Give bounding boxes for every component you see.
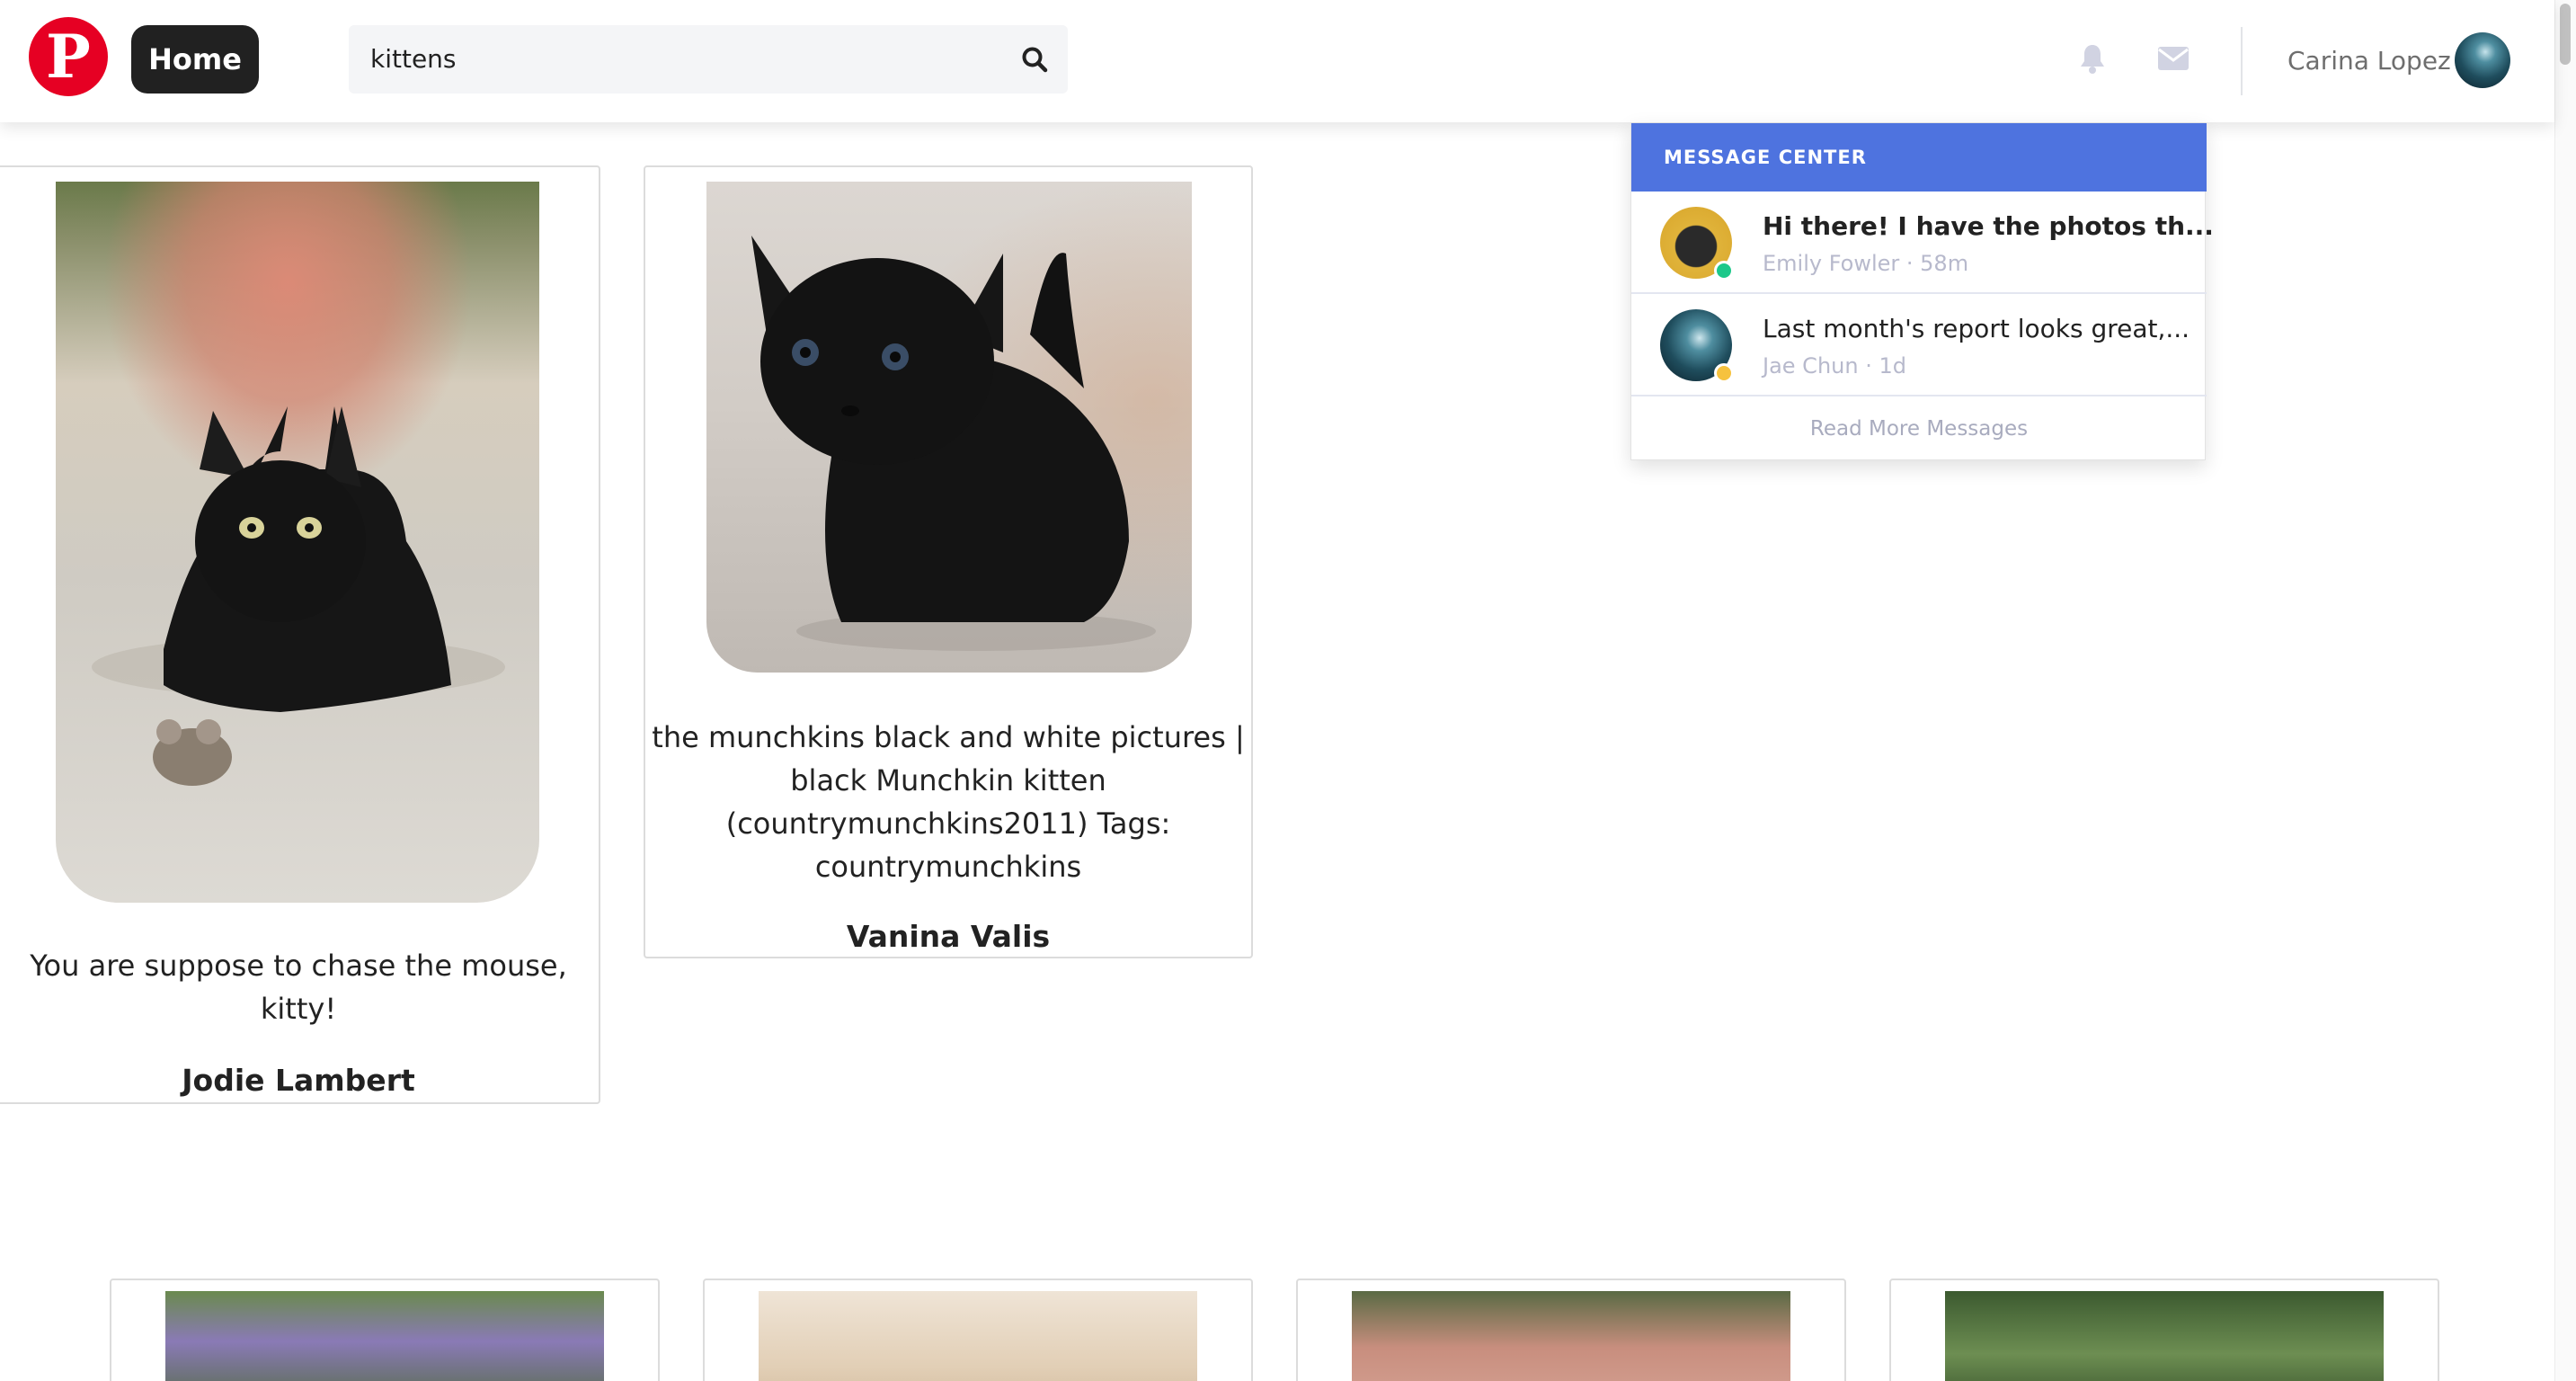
search-icon[interactable]: [1021, 46, 1048, 73]
message-meta: Jae Chun · 1d: [1763, 353, 1906, 379]
message-center-dropdown: MESSAGE CENTER Hi there! I have the phot…: [1630, 122, 2214, 461]
topbar-divider: [2241, 27, 2243, 95]
pin-author[interactable]: Jodie Lambert: [0, 1063, 599, 1098]
caption-line: You are suppose to chase the mouse,: [30, 949, 567, 983]
pin-caption: the munchkins black and white pictures |…: [645, 716, 1251, 888]
read-more-messages-link[interactable]: Read More Messages: [1631, 396, 2207, 461]
message-center-header: MESSAGE CENTER: [1631, 123, 2207, 192]
pin-image[interactable]: [1945, 1291, 2384, 1381]
pin-caption: You are suppose to chase the mouse, kitt…: [0, 944, 599, 1030]
user-avatar[interactable]: [2455, 32, 2510, 88]
caption-line: kitty!: [260, 992, 337, 1026]
pin-card[interactable]: the munchkins black and white pictures |…: [644, 165, 1253, 958]
top-navbar: P Home kittens Carina Lopez: [0, 0, 2554, 122]
pinterest-logo[interactable]: P: [29, 17, 108, 96]
envelope-icon[interactable]: [2158, 47, 2189, 70]
pin-image[interactable]: [1352, 1291, 1790, 1381]
user-name[interactable]: Carina Lopez: [2287, 43, 2451, 79]
bell-icon[interactable]: [2079, 43, 2106, 74]
page-scrollbar[interactable]: [2554, 0, 2576, 1381]
message-item[interactable]: Hi there! I have the photos th... Emily …: [1631, 192, 2214, 294]
scrollbar-thumb[interactable]: [2560, 4, 2571, 65]
app-frame: P Home kittens Carina Lopez You are supp…: [0, 0, 2576, 1381]
caption-line: black Munchkin kitten: [790, 763, 1106, 797]
caption-line: (countrymunchkins2011) Tags:: [725, 806, 1171, 841]
message-meta: Emily Fowler · 58m: [1763, 251, 1969, 276]
search-bar[interactable]: kittens: [349, 25, 1068, 94]
pin-card[interactable]: [703, 1279, 1253, 1381]
pin-card[interactable]: [110, 1279, 660, 1381]
pin-image[interactable]: [165, 1291, 604, 1381]
pin-image[interactable]: [56, 182, 539, 903]
caption-line: countrymunchkins: [814, 850, 1082, 884]
black-kitten-with-mouse-image: [92, 406, 505, 786]
black-munchkin-kitten-image: [751, 236, 1156, 651]
logo-letter: P: [46, 22, 91, 92]
online-status-dot: [1714, 261, 1734, 281]
pin-image[interactable]: [706, 182, 1192, 673]
caption-line: the munchkins black and white pictures |: [652, 720, 1245, 754]
pin-author[interactable]: Vanina Valis: [645, 919, 1251, 954]
search-input[interactable]: kittens: [370, 25, 457, 94]
pin-card[interactable]: [1296, 1279, 1846, 1381]
away-status-dot: [1714, 363, 1734, 383]
home-button[interactable]: Home: [131, 25, 259, 94]
pin-card[interactable]: You are suppose to chase the mouse, kitt…: [0, 165, 600, 1104]
message-preview: Last month's report looks great,...: [1763, 314, 2190, 343]
message-item[interactable]: Last month's report looks great,... Jae …: [1631, 294, 2207, 396]
pin-image[interactable]: [759, 1291, 1197, 1381]
pin-card[interactable]: [1889, 1279, 2439, 1381]
message-preview: Hi there! I have the photos th...: [1763, 211, 2214, 241]
message-center-title: MESSAGE CENTER: [1664, 147, 1867, 168]
